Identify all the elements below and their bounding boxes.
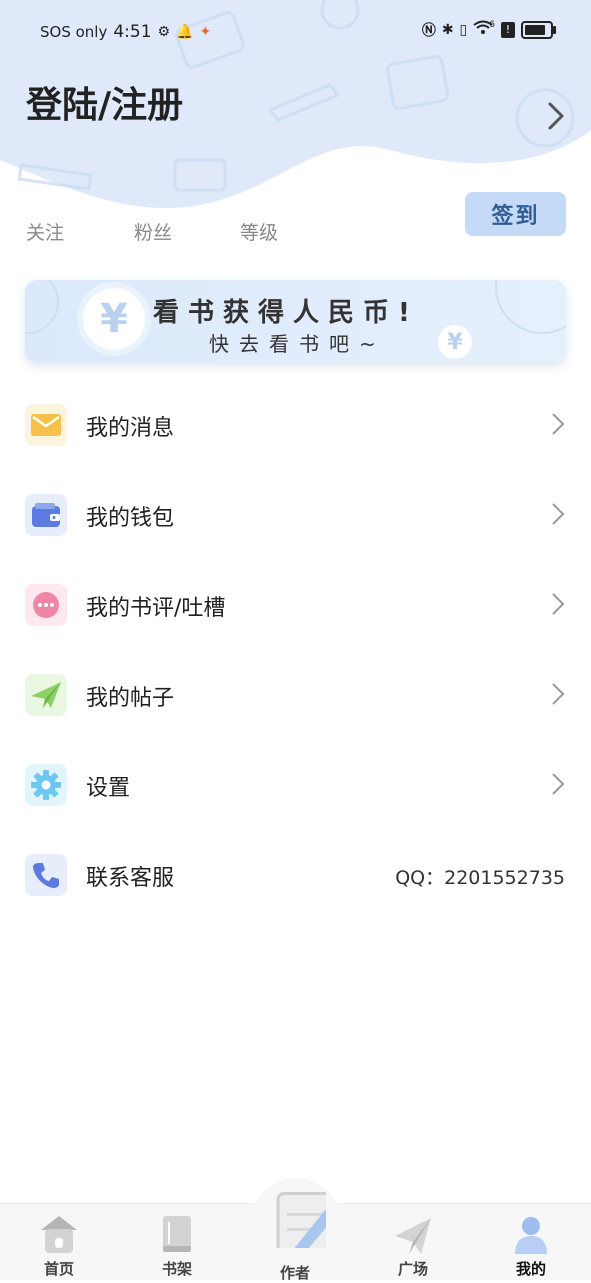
bookshelf-icon bbox=[163, 1216, 191, 1252]
alert-icon: ! bbox=[501, 22, 515, 38]
battery-icon bbox=[521, 21, 556, 39]
app-notification-icon: ✦ bbox=[199, 24, 212, 40]
chat-bubble-icon bbox=[25, 584, 67, 626]
network-label: 6 bbox=[489, 20, 495, 30]
banner-ring-decoration bbox=[25, 280, 59, 334]
nfc-icon: Ⓝ bbox=[421, 23, 436, 39]
bell-icon: 🔔 bbox=[176, 24, 194, 40]
menu-item-label: 设置 bbox=[86, 776, 131, 801]
carrier-text: SOS only bbox=[40, 23, 108, 41]
small-coin-icon: ¥ bbox=[438, 325, 472, 359]
vibrate-icon: ▯ bbox=[459, 22, 468, 38]
tab-home[interactable]: 首页 bbox=[0, 1204, 118, 1280]
coin-icon: ¥ bbox=[83, 288, 145, 350]
tab-label: 首页 bbox=[43, 1260, 74, 1278]
signin-button[interactable]: 签到 bbox=[465, 192, 566, 236]
stat-follow[interactable]: 关注 bbox=[26, 218, 134, 245]
home-icon bbox=[41, 1216, 77, 1253]
user-stats: 关注 粉丝 等级 bbox=[26, 218, 278, 245]
reading-reward-banner[interactable]: ¥ 看书获得人民币! 快去看书吧~ ¥ bbox=[25, 280, 566, 362]
person-icon bbox=[515, 1217, 547, 1254]
tab-label: 书架 bbox=[161, 1260, 192, 1278]
menu-item-label: 联系客服 bbox=[86, 866, 175, 891]
menu-item-settings[interactable]: 设置 bbox=[0, 740, 591, 830]
header-chevron-right-icon[interactable] bbox=[545, 100, 567, 132]
chevron-right-icon bbox=[552, 413, 565, 435]
quill-icon bbox=[276, 1192, 326, 1248]
stat-level[interactable]: 等级 bbox=[240, 218, 278, 245]
login-register-title[interactable]: 登陆/注册 bbox=[26, 76, 183, 128]
stat-fans[interactable]: 粉丝 bbox=[134, 218, 240, 245]
menu-item-posts[interactable]: 我的帖子 bbox=[0, 650, 591, 740]
tab-square[interactable]: 广场 bbox=[354, 1204, 472, 1280]
gear-icon bbox=[25, 764, 67, 806]
status-right: Ⓝ ✱ ▯ 6 ! bbox=[421, 20, 556, 40]
paper-plane-icon bbox=[395, 1218, 431, 1254]
menu-item-label: 我的帖子 bbox=[86, 686, 175, 711]
menu-item-label: 我的钱包 bbox=[86, 506, 175, 531]
chevron-right-icon bbox=[552, 593, 565, 615]
menu-item-label: 我的消息 bbox=[86, 416, 175, 441]
qq-contact-number: QQ：2201552735 bbox=[395, 867, 565, 889]
menu-item-label: 我的书评/吐槽 bbox=[86, 596, 226, 621]
menu-item-wallet[interactable]: 我的钱包 bbox=[0, 470, 591, 560]
gear-status-icon: ⚙ bbox=[157, 24, 171, 40]
status-left: SOS only 4:51 ⚙ 🔔 ✦ bbox=[40, 22, 211, 42]
bottom-tab-bar: 首页 书架 作者 广场 我的 bbox=[0, 1178, 591, 1282]
tab-bookshelf[interactable]: 书架 bbox=[118, 1204, 236, 1280]
tab-mine[interactable]: 我的 bbox=[472, 1204, 590, 1280]
chevron-right-icon bbox=[552, 683, 565, 705]
phone-icon bbox=[25, 854, 67, 896]
bluetooth-icon: ✱ bbox=[441, 22, 454, 38]
status-bar: SOS only 4:51 ⚙ 🔔 ✦ Ⓝ ✱ ▯ 6 ! bbox=[0, 0, 591, 66]
clock-time: 4:51 bbox=[113, 22, 152, 42]
menu-item-messages[interactable]: 我的消息 bbox=[0, 380, 591, 470]
menu-item-reviews[interactable]: 我的书评/吐槽 bbox=[0, 560, 591, 650]
banner-ring-decoration bbox=[495, 280, 566, 334]
mail-icon bbox=[25, 404, 67, 446]
banner-headline: 看书获得人民币! bbox=[153, 298, 419, 328]
tab-author[interactable]: 作者 bbox=[236, 1192, 354, 1282]
tab-label: 广场 bbox=[397, 1260, 428, 1278]
menu-item-customer-service[interactable]: 联系客服 QQ：2201552735 bbox=[0, 830, 591, 920]
chevron-right-icon bbox=[552, 773, 565, 795]
banner-subline: 快去看书吧~ bbox=[209, 332, 386, 356]
wallet-icon bbox=[25, 494, 67, 536]
tab-label: 我的 bbox=[515, 1260, 546, 1278]
chevron-right-icon bbox=[552, 503, 565, 525]
paper-plane-icon bbox=[25, 674, 67, 716]
